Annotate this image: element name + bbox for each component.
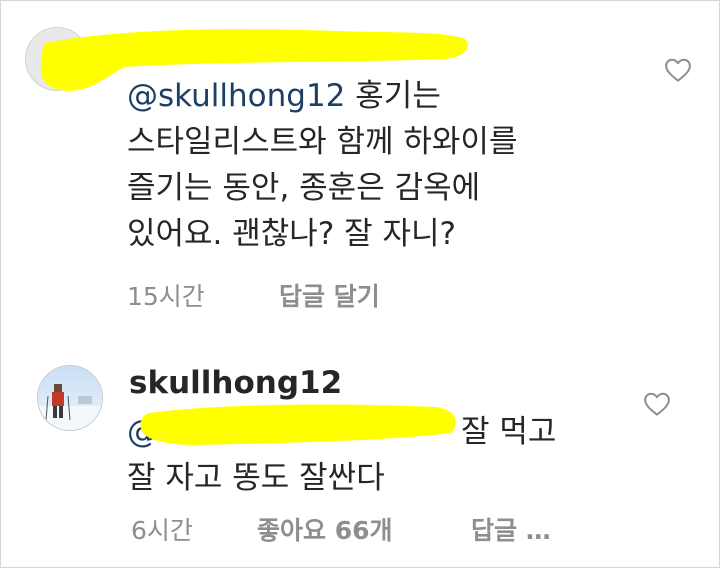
comment-body: @skullhong12 홍기는 스타일리스트와 함께 하와이를 즐기는 동안,… <box>127 73 627 257</box>
likes-count[interactable]: 좋아요 66개 <box>257 511 393 547</box>
reply-button[interactable]: 답글 … <box>471 511 551 547</box>
avatar-photo <box>38 366 102 430</box>
comment-username[interactable]: skullhong12 <box>129 365 342 401</box>
mention-link[interactable]: @ <box>127 409 158 455</box>
reply-button[interactable]: 답글 달기 <box>279 277 380 313</box>
comment-text: 잘 먹고 <box>461 414 557 450</box>
avatar[interactable] <box>37 365 103 431</box>
comment-item: @skullhong12 홍기는 스타일리스트와 함께 하와이를 즐기는 동안,… <box>1 1 719 341</box>
mention-link[interactable]: @skullhong12 <box>127 78 345 114</box>
comment-body: @ 잘 먹고 잘 자고 똥도 잘싼다 <box>127 409 587 501</box>
avatar[interactable] <box>25 27 89 91</box>
heart-outline-icon[interactable] <box>642 389 672 419</box>
comment-timestamp[interactable]: 6시간 <box>131 511 193 547</box>
heart-outline-icon[interactable] <box>663 55 693 85</box>
comments-panel: @skullhong12 홍기는 스타일리스트와 함께 하와이를 즐기는 동안,… <box>0 0 720 568</box>
comment-timestamp[interactable]: 15시간 <box>127 277 205 313</box>
comment-item: skullhong12 @ 잘 먹고 잘 자고 똥도 잘싼다 6시간 좋아요 6… <box>1 341 719 567</box>
comment-text-line: 잘 자고 똥도 잘싼다 <box>127 460 385 496</box>
